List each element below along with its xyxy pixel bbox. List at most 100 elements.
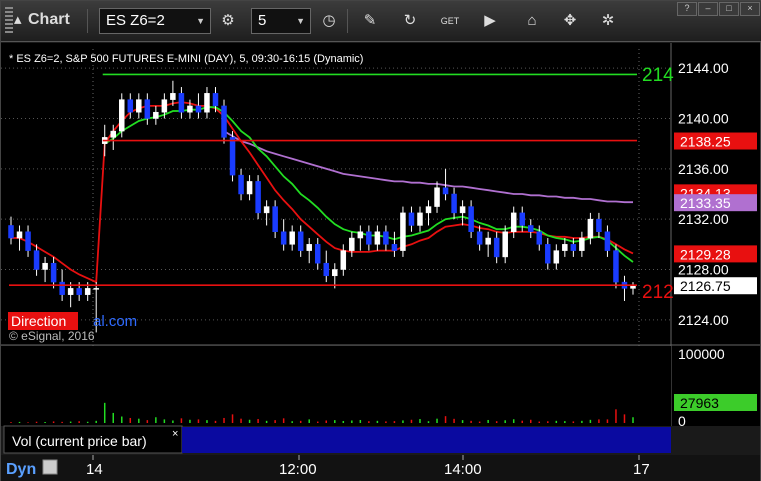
candle-body	[306, 244, 312, 251]
candle-body	[50, 262, 57, 283]
chevron-down-icon[interactable]: ▼	[296, 16, 305, 26]
time-label: 12:00	[279, 461, 317, 478]
candle-body	[510, 212, 517, 232]
price-tick: 2136.00	[678, 161, 729, 177]
time-label: 14	[86, 461, 103, 478]
maximize-button[interactable]: □	[719, 2, 739, 16]
candle-body	[434, 187, 440, 207]
candle-body	[195, 105, 202, 113]
candle-body	[297, 231, 304, 251]
volume-panel	[1, 346, 671, 426]
candle-body	[221, 105, 227, 138]
candle-body	[468, 206, 474, 232]
candle-body	[493, 237, 500, 258]
candle-body	[255, 181, 261, 214]
get-icon[interactable]: GET	[439, 10, 461, 32]
candle-body	[272, 206, 278, 232]
candle-body	[579, 237, 585, 251]
candle-body	[570, 244, 577, 251]
candle-body	[536, 231, 543, 245]
chevron-down-icon[interactable]: ▼	[196, 16, 205, 26]
candle-body	[280, 231, 287, 245]
candle-body	[323, 262, 330, 277]
volume-study-bar	[182, 427, 671, 453]
volume-badge-text: 27963	[680, 395, 719, 411]
candle-body	[93, 288, 99, 290]
candle-body	[153, 111, 159, 119]
window-title: Chart	[28, 11, 70, 28]
candle-body	[289, 231, 295, 245]
candle-body	[604, 231, 611, 251]
close-button[interactable]: ×	[740, 2, 760, 16]
candle-body	[391, 244, 398, 251]
candle-body	[238, 174, 244, 195]
candle-body	[178, 93, 185, 113]
interval-input[interactable]: 5 ▼	[251, 8, 311, 34]
price-badge-text: 2129.28	[680, 246, 731, 262]
direction-label: Direction	[11, 313, 66, 329]
candle-body	[383, 231, 389, 245]
price-chart[interactable]: * ES Z6=2, S&P 500 FUTURES E-MINI (DAY),…	[1, 43, 760, 481]
candle-body	[110, 130, 116, 138]
lock-icon[interactable]	[42, 459, 58, 475]
tag-icon[interactable]: ⌂	[521, 10, 543, 32]
candle-body	[545, 244, 551, 264]
candle-body	[8, 225, 14, 239]
candle-body	[562, 244, 568, 251]
price-tick: 2132.00	[678, 211, 729, 227]
candle-body	[25, 231, 31, 251]
candle-body	[212, 93, 219, 107]
volume-study-name: Vol (current price bar)	[12, 433, 147, 449]
toolbar-separator	[87, 9, 88, 33]
price-badge-text: 2133.35	[680, 195, 731, 211]
candle-body	[400, 212, 406, 251]
gear-icon[interactable]: ⚙	[217, 10, 239, 32]
candle-body	[59, 281, 65, 295]
hline-label-bottom: 212	[642, 282, 674, 303]
candle-body	[408, 212, 415, 226]
price-tick: 2124.00	[678, 312, 729, 328]
candle-body	[16, 231, 23, 239]
candle-body	[144, 99, 151, 119]
candle-body	[67, 288, 74, 295]
candle-body	[136, 99, 142, 113]
settings-icon[interactable]: ✲	[597, 10, 619, 32]
drag-grip[interactable]	[5, 7, 13, 33]
candle-body	[76, 288, 82, 295]
candle-body	[587, 218, 594, 239]
candle-body	[187, 105, 193, 113]
hline-label-top: 214	[642, 65, 674, 86]
watermark: © eSignal, 2016	[9, 329, 95, 343]
volume-tick: 0	[678, 413, 686, 429]
price-tick: 2140.00	[678, 111, 729, 127]
candle-body	[476, 231, 483, 245]
time-label: 14:00	[444, 461, 482, 478]
candle-body	[161, 99, 168, 113]
time-label: 17	[633, 461, 650, 478]
minimize-button[interactable]: –	[698, 2, 718, 16]
clock-icon[interactable]: ◷	[318, 10, 340, 32]
candle-body	[374, 231, 381, 245]
play-icon[interactable]: ▶	[479, 10, 501, 32]
symbol-value: ES Z6=2	[106, 12, 165, 29]
chart-window: ▴ Chart ES Z6=2 ▼ ⚙ 5 ▼ ◷ ✎ ↻ GET ▶ ⌂ ✥ …	[0, 0, 761, 481]
candle-body	[204, 93, 210, 113]
close-icon[interactable]: ×	[172, 428, 178, 440]
toolbar-separator	[347, 9, 348, 33]
price-tick: 2128.00	[678, 262, 729, 278]
dyn-label[interactable]: Dyn	[6, 461, 36, 478]
refresh-icon[interactable]: ↻	[399, 10, 421, 32]
chart-icon: ▴	[14, 11, 22, 28]
toolbar: ▴ Chart ES Z6=2 ▼ ⚙ 5 ▼ ◷ ✎ ↻ GET ▶ ⌂ ✥ …	[1, 1, 761, 42]
candle-body	[263, 206, 270, 214]
link-icon[interactable]: ✥	[559, 10, 581, 32]
candle-body	[459, 206, 466, 214]
direction-suffix: al.com	[93, 313, 137, 330]
help-button[interactable]: ?	[677, 2, 697, 16]
candle-body	[366, 231, 372, 245]
candle-body	[340, 250, 347, 270]
candle-body	[42, 262, 48, 270]
candle-body	[246, 181, 253, 195]
pencil-icon[interactable]: ✎	[359, 10, 381, 32]
symbol-input[interactable]: ES Z6=2 ▼	[99, 8, 211, 34]
